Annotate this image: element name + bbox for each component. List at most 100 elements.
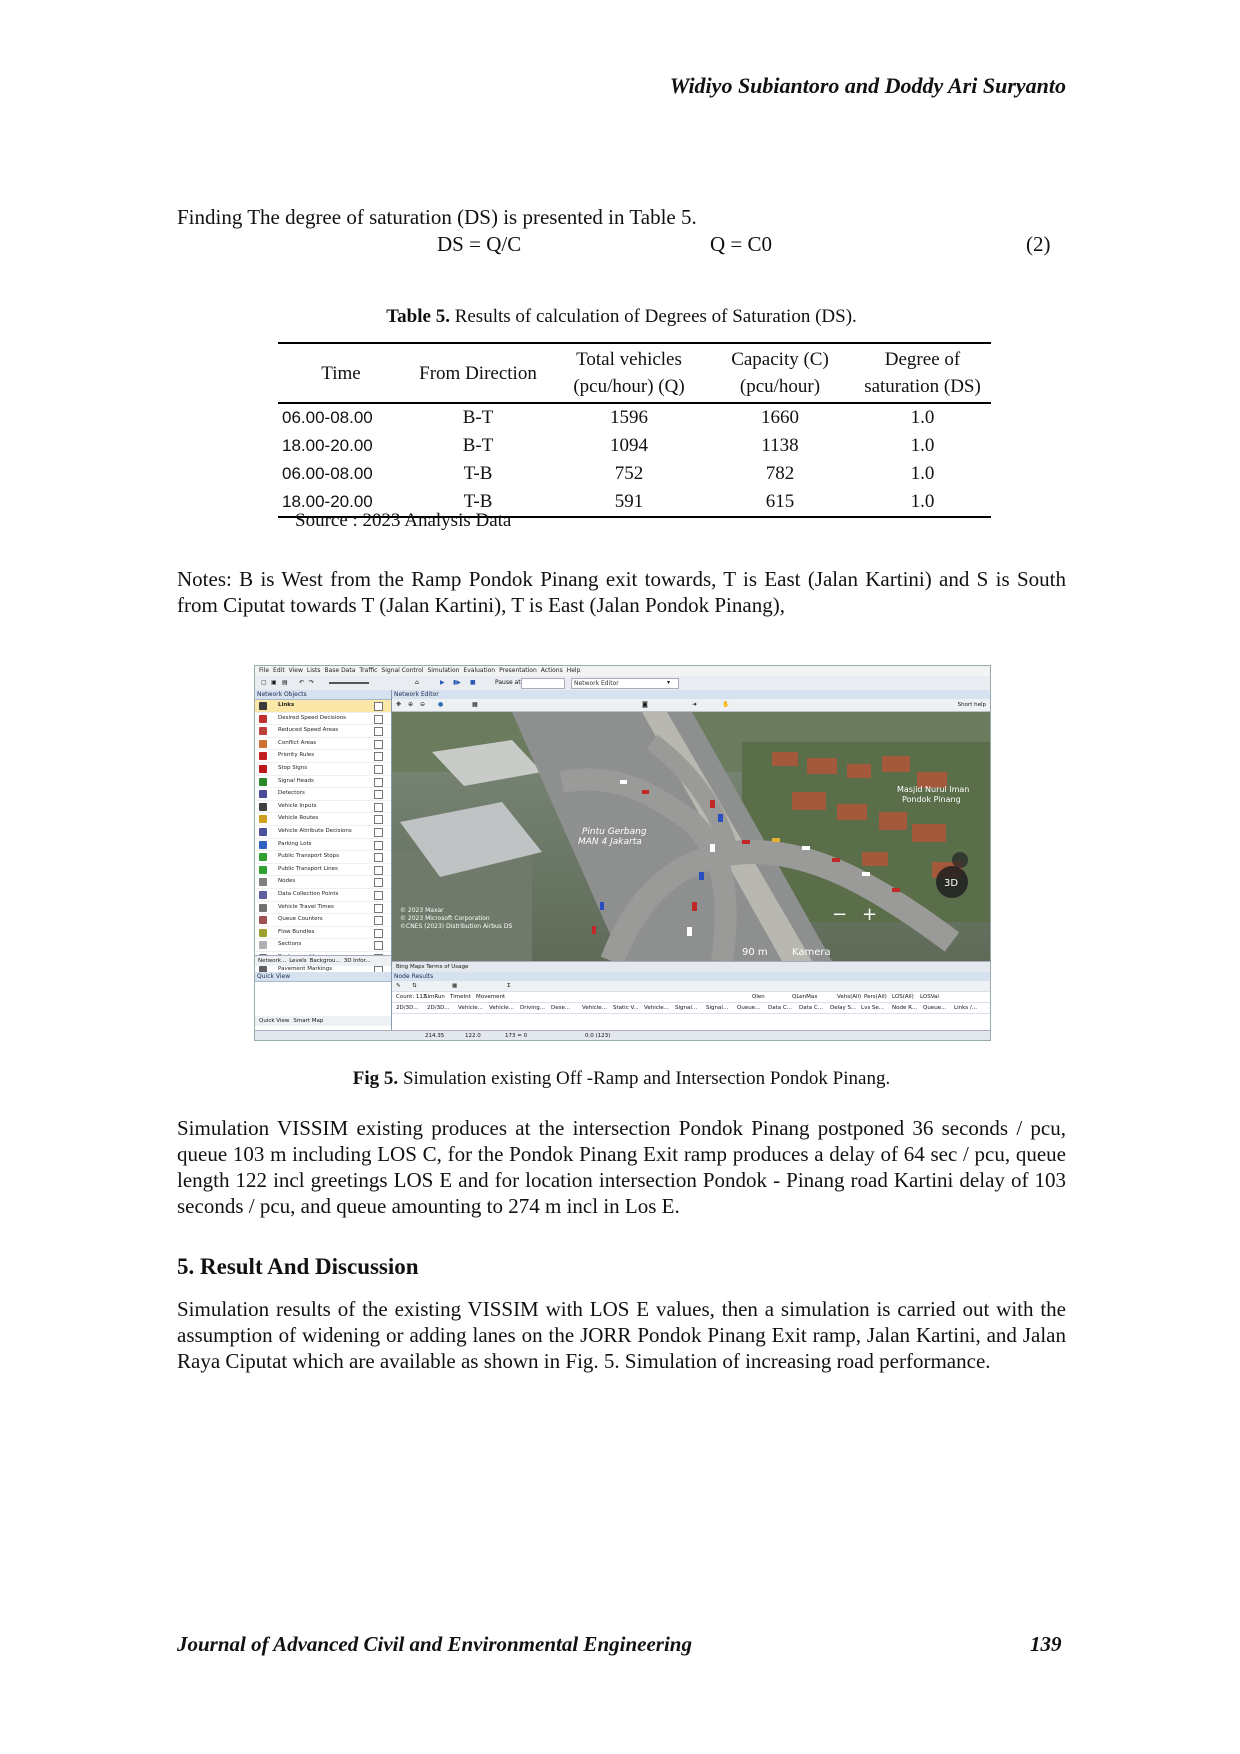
visibility-checkbox[interactable] — [374, 752, 383, 762]
menu-item[interactable]: Lists — [307, 667, 321, 674]
node-results-column-header[interactable]: Qlen — [752, 992, 765, 1002]
menu-item[interactable]: File — [259, 667, 269, 674]
home-icon[interactable]: ⌂ — [415, 676, 419, 690]
network-object-item[interactable]: Parking Lots — [255, 839, 391, 852]
network-editor-select[interactable]: Network Editor — [571, 678, 679, 689]
pause-at-input[interactable] — [521, 678, 565, 689]
node-results-column-header[interactable]: Vehs(All) — [837, 992, 861, 1002]
menu-item[interactable]: View — [289, 667, 303, 674]
node-results-tab[interactable]: Signal... — [706, 1003, 728, 1013]
menu-item[interactable]: Base Data — [325, 667, 356, 674]
network-object-item[interactable]: Vehicle Inputs — [255, 801, 391, 814]
visibility-checkbox[interactable] — [374, 865, 383, 875]
person-icon[interactable] — [952, 852, 968, 868]
visibility-checkbox[interactable] — [374, 790, 383, 800]
visibility-checkbox[interactable] — [374, 890, 383, 900]
node-results-column-header[interactable]: SimRun — [424, 992, 445, 1002]
quick-view-tab[interactable]: Quick View — [259, 1018, 289, 1024]
left-panel-tab[interactable]: Network... — [258, 958, 286, 964]
node-results-tab[interactable]: 2D/3D... — [396, 1003, 419, 1013]
node-results-column-header[interactable]: Movement — [476, 992, 505, 1002]
undo-icon[interactable]: ↶ — [299, 676, 304, 690]
network-object-item[interactable]: Links — [255, 700, 391, 713]
table-icon[interactable]: ▦ — [452, 981, 457, 991]
node-results-column-header[interactable]: Pers(All) — [864, 992, 887, 1002]
network-object-item[interactable]: Vehicle Attribute Decisions — [255, 826, 391, 839]
menu-item[interactable]: Presentation — [499, 667, 537, 674]
zoom-minus-icon[interactable]: − — [832, 904, 847, 925]
pan-icon[interactable]: ✥ — [396, 699, 401, 711]
node-results-tab[interactable]: Static V... — [613, 1003, 639, 1013]
sort-icon[interactable]: ⇅ — [412, 981, 417, 991]
hand-icon[interactable]: ✋ — [722, 699, 729, 711]
menu-item[interactable]: Simulation — [427, 667, 459, 674]
node-results-tab[interactable]: Vehicle... — [489, 1003, 514, 1013]
node-results-tab[interactable]: 2D/3D... — [427, 1003, 450, 1013]
visibility-checkbox[interactable] — [374, 739, 383, 749]
node-results-tab[interactable]: Vehicle... — [582, 1003, 607, 1013]
menu-item[interactable]: Signal Control — [381, 667, 423, 674]
menu-item[interactable]: Evaluation — [463, 667, 495, 674]
redo-icon[interactable]: ↷ — [309, 676, 314, 690]
new-file-icon[interactable]: ▢ — [261, 676, 267, 690]
node-results-tab[interactable]: Data C... — [768, 1003, 792, 1013]
node-results-column-header[interactable]: Count: 112 — [396, 992, 426, 1002]
visibility-checkbox[interactable] — [374, 727, 383, 737]
quick-view-tab[interactable]: Smart Map — [293, 1018, 323, 1024]
visibility-checkbox[interactable] — [374, 802, 383, 812]
menu-item[interactable]: Traffic — [359, 667, 377, 674]
menu-item[interactable]: Edit — [273, 667, 285, 674]
left-panel-tab[interactable]: Levels — [289, 958, 306, 964]
network-object-item[interactable]: Priority Rules — [255, 750, 391, 763]
node-results-column-header[interactable]: LOSVal — [920, 992, 939, 1002]
network-object-item[interactable]: Vehicle Routes — [255, 813, 391, 826]
node-results-tab[interactable]: Vehicle... — [458, 1003, 483, 1013]
network-object-item[interactable]: Desired Speed Decisions — [255, 713, 391, 726]
visibility-checkbox[interactable] — [374, 777, 383, 787]
edit-icon[interactable]: ✎ — [396, 981, 401, 991]
node-results-tab[interactable]: Queue... — [737, 1003, 760, 1013]
node-results-tab[interactable]: Dese... — [551, 1003, 570, 1013]
network-object-item[interactable]: Public Transport Stops — [255, 851, 391, 864]
zoom-plus-icon[interactable]: + — [862, 904, 877, 925]
menu-item[interactable]: Help — [567, 667, 581, 674]
visibility-checkbox[interactable] — [374, 714, 383, 724]
open-folder-icon[interactable]: ▣ — [271, 676, 277, 690]
visibility-checkbox[interactable] — [374, 916, 383, 926]
node-results-tab[interactable]: Queue... — [923, 1003, 946, 1013]
node-results-tab[interactable]: Links /... — [954, 1003, 977, 1013]
node-results-tab[interactable]: Signal... — [675, 1003, 697, 1013]
short-help-link[interactable]: Short help — [958, 699, 986, 711]
visibility-checkbox[interactable] — [374, 941, 383, 951]
node-results-column-header[interactable]: TimeInt — [450, 992, 471, 1002]
network-object-item[interactable]: Detectors — [255, 788, 391, 801]
visibility-checkbox[interactable] — [374, 840, 383, 850]
left-panel-tab[interactable]: 3D Infor... — [344, 958, 371, 964]
sum-icon[interactable]: Σ — [507, 981, 510, 991]
stop-icon[interactable]: ■ — [470, 676, 476, 690]
arrow-right-icon[interactable]: ➜ — [692, 699, 697, 711]
camera-icon[interactable]: ◙ — [642, 699, 648, 711]
network-object-item[interactable]: Conflict Areas — [255, 738, 391, 751]
play-icon[interactable]: ▶ — [440, 676, 445, 690]
aerial-map[interactable]: Pintu Gerbang MAN 4 Jakarta Masjid Nurul… — [392, 712, 990, 961]
visibility-checkbox[interactable] — [374, 827, 383, 837]
node-results-tab[interactable]: Vehicle... — [644, 1003, 669, 1013]
save-icon[interactable]: ▤ — [282, 676, 288, 690]
node-results-tab[interactable]: Data C... — [799, 1003, 823, 1013]
network-object-item[interactable]: Data Collection Points — [255, 889, 391, 902]
step-icon[interactable]: ▮▶ — [453, 676, 461, 690]
zoom-out-icon[interactable]: ⊖ — [420, 699, 425, 711]
node-results-tab[interactable]: Driving... — [520, 1003, 545, 1013]
globe-icon[interactable]: ● — [438, 699, 443, 711]
network-object-item[interactable]: Stop Signs — [255, 763, 391, 776]
menu-item[interactable]: Actions — [541, 667, 563, 674]
network-object-item[interactable]: Signal Heads — [255, 776, 391, 789]
network-object-item[interactable]: Flow Bundles — [255, 927, 391, 940]
node-results-tab[interactable]: Lvs Se... — [861, 1003, 884, 1013]
visibility-checkbox[interactable] — [374, 815, 383, 825]
network-object-item[interactable]: Sections — [255, 939, 391, 952]
network-object-item[interactable]: Vehicle Travel Times — [255, 902, 391, 915]
node-results-tab[interactable]: Delay S... — [830, 1003, 856, 1013]
speed-slider[interactable] — [329, 682, 369, 684]
